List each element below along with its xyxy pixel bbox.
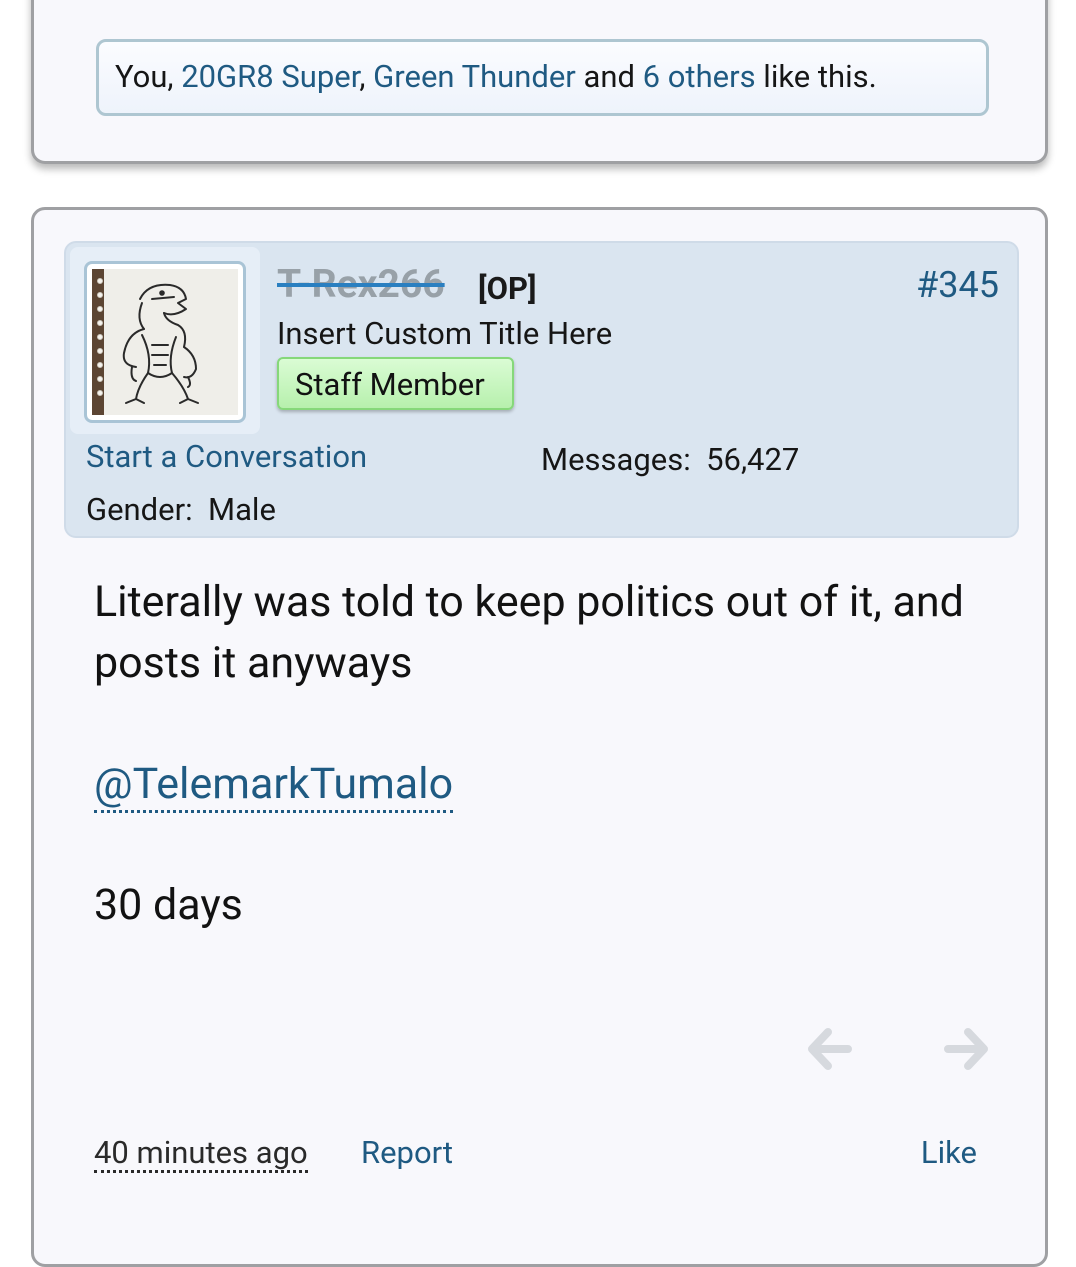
liker-link-green-thunder[interactable]: Green Thunder <box>373 58 576 95</box>
arrow-right-icon[interactable] <box>944 1026 990 1072</box>
likes-you: You <box>115 58 168 95</box>
post-timestamp-link[interactable]: 40 minutes ago <box>94 1136 308 1173</box>
user-info-panel: T-Rex266 [OP] #345 Insert Custom Title H… <box>64 241 1019 538</box>
avatar[interactable] <box>84 261 246 423</box>
t-rex-drawing-avatar <box>92 269 238 415</box>
start-conversation-link[interactable]: Start a Conversation <box>86 438 367 475</box>
avatar-container <box>70 247 260 434</box>
messages-value: 56,427 <box>706 441 800 478</box>
arrow-left-icon[interactable] <box>806 1026 852 1072</box>
post-card: T-Rex266 [OP] #345 Insert Custom Title H… <box>31 207 1048 1267</box>
gender-value: Male <box>208 491 276 528</box>
liker-link-20gr8-super[interactable]: 20GR8 Super <box>181 58 359 95</box>
likes-summary: You, 20GR8 Super, Green Thunder and 6 ot… <box>96 39 989 116</box>
post-body-text: Literally was told to keep politics out … <box>94 577 964 688</box>
user-mention-link[interactable]: @TelemarkTumalo <box>94 758 454 813</box>
report-link[interactable]: Report <box>361 1136 453 1170</box>
previous-post-card: You, 20GR8 Super, Green Thunder and 6 ot… <box>31 0 1048 164</box>
username-link[interactable]: T-Rex266 <box>277 261 445 307</box>
post-number-link[interactable]: #345 <box>916 264 999 306</box>
user-title: Insert Custom Title Here <box>277 315 613 352</box>
op-tag: [OP] <box>478 270 537 307</box>
gender-info: Gender: Male <box>86 491 276 528</box>
gender-label: Gender: <box>86 491 193 528</box>
messages-label: Messages: <box>541 441 691 478</box>
likers-others-link[interactable]: 6 others <box>643 58 756 95</box>
messages-count: Messages: 56,427 <box>541 441 799 478</box>
like-link[interactable]: Like <box>921 1136 977 1170</box>
post-body-days: 30 days <box>94 880 243 930</box>
staff-member-badge: Staff Member <box>277 357 514 410</box>
